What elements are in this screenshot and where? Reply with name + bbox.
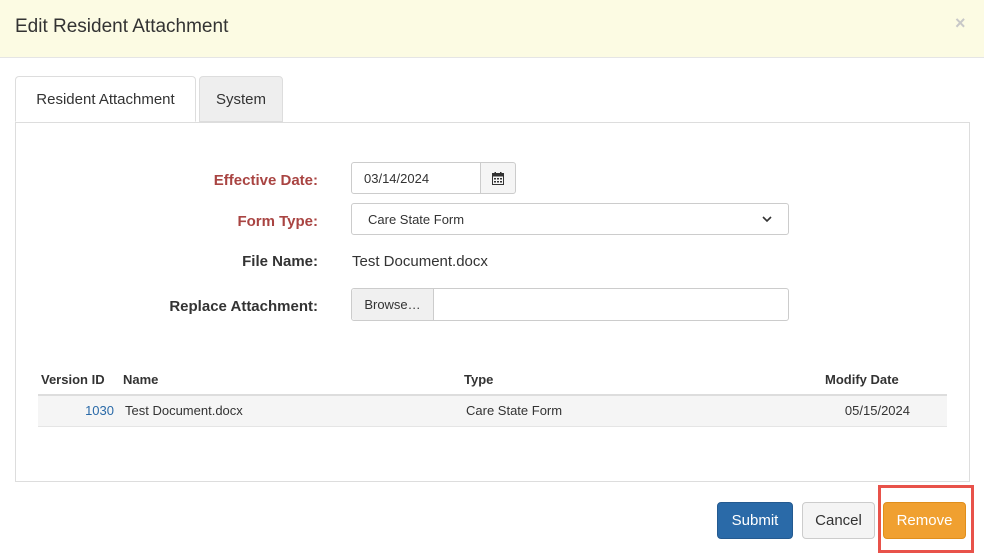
- browse-button[interactable]: Browse…: [352, 289, 434, 320]
- tab-system[interactable]: System: [199, 76, 283, 122]
- version-modify-date-cell: 05/15/2024: [844, 403, 910, 418]
- tab-resident-attachment[interactable]: Resident Attachment: [15, 76, 196, 122]
- file-picker[interactable]: Browse…: [351, 288, 789, 321]
- calendar-icon: [492, 171, 504, 185]
- close-icon[interactable]: ×: [955, 13, 966, 34]
- form-type-value: Care State Form: [368, 211, 465, 227]
- submit-button[interactable]: Submit: [717, 502, 793, 539]
- remove-highlight-box: [878, 485, 974, 553]
- chevron-down-icon: [762, 215, 772, 222]
- version-type-cell: Care State Form: [466, 403, 563, 418]
- form-type-select[interactable]: Care State Form: [351, 203, 789, 235]
- form-type-label: Form Type:: [237, 213, 318, 230]
- column-header-name: Name: [123, 372, 159, 387]
- version-name-cell: Test Document.docx: [125, 403, 243, 418]
- file-name-value: Test Document.docx: [352, 253, 488, 270]
- file-path-field[interactable]: [434, 289, 788, 320]
- column-header-modify-date: Modify Date: [825, 372, 899, 387]
- effective-date-label: Effective Date:: [213, 172, 318, 189]
- column-header-version-id: Version ID: [41, 372, 105, 387]
- modal-title: Edit Resident Attachment: [15, 16, 229, 37]
- column-header-type: Type: [464, 372, 494, 387]
- file-name-label: File Name:: [242, 253, 318, 270]
- cancel-button[interactable]: Cancel: [802, 502, 875, 539]
- calendar-button[interactable]: [480, 162, 516, 194]
- replace-attachment-label: Replace Attachment:: [169, 298, 318, 315]
- effective-date-input[interactable]: [351, 162, 481, 194]
- version-id-link[interactable]: 1030: [85, 403, 114, 418]
- modal-header: Edit Resident Attachment ×: [0, 0, 984, 58]
